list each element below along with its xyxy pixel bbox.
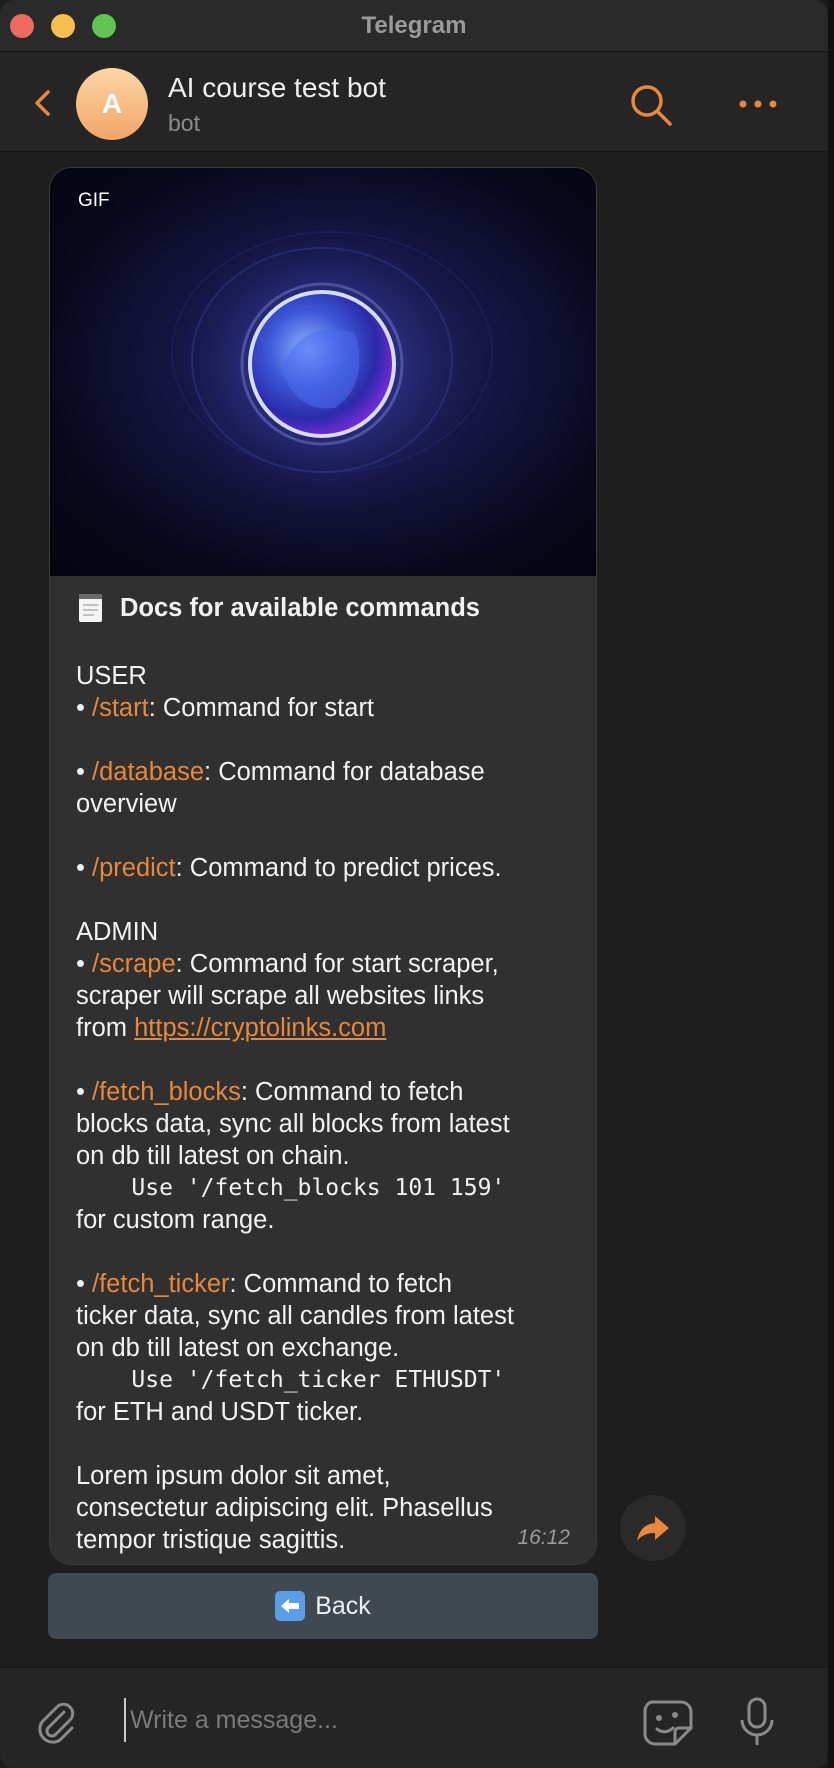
- bullet: •: [76, 854, 93, 882]
- heading-text: Docs for available commands: [120, 594, 480, 622]
- command-description-continued: for custom range.: [76, 1206, 275, 1234]
- inline-keyboard-back-button[interactable]: Back: [48, 1573, 598, 1639]
- command-description: : Command for start: [148, 694, 375, 722]
- lorem-text-line: tempor tristique sagittis.: [76, 1526, 346, 1554]
- message-composer: [0, 1667, 828, 1768]
- command-description-continued: scraper will scrape all websites links: [76, 982, 485, 1010]
- chat-subtitle: bot: [168, 110, 200, 136]
- bullet: •: [76, 950, 93, 978]
- command-description: : Command for start scraper,: [175, 950, 499, 978]
- message-bubble[interactable]: GIF Docs for available commands USER • /…: [49, 167, 597, 1565]
- command-link-predict[interactable]: /predict: [92, 854, 176, 882]
- command-line-fetch-blocks: • /fetch_blocks: Command to fetch: [76, 1076, 576, 1108]
- microphone-icon[interactable]: [737, 1696, 777, 1748]
- bullet: •: [76, 758, 93, 786]
- forward-button[interactable]: [620, 1495, 686, 1561]
- search-icon[interactable]: [628, 82, 674, 128]
- command-link-database[interactable]: /database: [92, 758, 204, 786]
- command-description-continued: from https://cryptolinks.com: [76, 1012, 576, 1044]
- admin-section-title: ADMIN: [76, 918, 159, 946]
- command-description: : Command to fetch: [240, 1078, 464, 1106]
- command-description-continued: overview: [76, 790, 177, 818]
- command-description-continued: on db till latest on exchange.: [76, 1334, 400, 1362]
- chat-header: A AI course test bot bot: [0, 52, 828, 152]
- code-usage-fetch-blocks: Use '/fetch_blocks 101 159': [76, 1175, 506, 1201]
- lorem-text-line: Lorem ipsum dolor sit amet,: [76, 1462, 391, 1490]
- message-input[interactable]: [124, 1698, 624, 1742]
- cryptolinks-link[interactable]: https://cryptolinks.com: [134, 1014, 386, 1042]
- command-description-continued: ticker data, sync all candles from lates…: [76, 1302, 514, 1330]
- gif-badge: GIF: [78, 190, 110, 211]
- command-description: : Command to predict prices.: [175, 854, 502, 882]
- command-description: : Command for database: [204, 758, 485, 786]
- avatar[interactable]: A: [76, 68, 148, 140]
- command-description: : Command to fetch: [229, 1270, 453, 1298]
- chevron-left-icon[interactable]: [30, 86, 56, 120]
- title-bar: Telegram: [0, 0, 828, 52]
- lorem-text-line: consectetur adipiscing elit. Phasellus: [76, 1494, 493, 1522]
- command-description-continued: on db till latest on chain.: [76, 1142, 350, 1170]
- forward-arrow-icon: [637, 1516, 669, 1541]
- command-link-fetch-blocks[interactable]: /fetch_blocks: [92, 1078, 241, 1106]
- window-edge: [828, 0, 834, 1768]
- from-text: from: [76, 1014, 135, 1042]
- command-line-scrape: • /scrape: Command for start scraper,: [76, 948, 576, 980]
- code-usage-fetch-ticker: Use '/fetch_ticker ETHUSDT': [76, 1367, 506, 1393]
- command-link-start[interactable]: /start: [92, 694, 149, 722]
- user-section-title: USER: [76, 662, 147, 690]
- back-button-label: Back: [315, 1591, 371, 1620]
- notepad-icon: [79, 594, 102, 622]
- bullet: •: [76, 1270, 93, 1298]
- paperclip-icon[interactable]: [34, 1700, 78, 1746]
- gif-media[interactable]: GIF: [50, 168, 596, 576]
- bullet: •: [76, 694, 93, 722]
- command-link-scrape[interactable]: /scrape: [92, 950, 176, 978]
- command-description-continued: blocks data, sync all blocks from latest: [76, 1110, 510, 1138]
- window-title: Telegram: [361, 12, 467, 39]
- telegram-window: Telegram A AI course test bot bot GIF Do…: [0, 0, 828, 1768]
- command-line-database: • /database: Command for database: [76, 756, 576, 788]
- bullet: •: [76, 1078, 93, 1106]
- command-line-fetch-ticker: • /fetch_ticker: Command to fetch: [76, 1268, 576, 1300]
- orb-animation-image: [152, 194, 493, 534]
- message-text: Docs for available commands USER • /star…: [76, 588, 576, 1556]
- sticker-icon[interactable]: [641, 1698, 695, 1748]
- message-heading: Docs for available commands: [76, 588, 576, 628]
- command-line-start: • /start: Command for start: [76, 692, 576, 724]
- more-options-icon[interactable]: [736, 92, 780, 116]
- message-list[interactable]: GIF Docs for available commands USER • /…: [0, 153, 828, 1667]
- command-description-continued: for ETH and USDT ticker.: [76, 1398, 364, 1426]
- message-time: 16:12: [517, 1526, 570, 1549]
- chat-title[interactable]: AI course test bot: [168, 72, 386, 104]
- back-arrow-icon: [275, 1591, 306, 1621]
- command-line-predict: • /predict: Command to predict prices.: [76, 852, 576, 884]
- command-link-fetch-ticker[interactable]: /fetch_ticker: [92, 1270, 229, 1298]
